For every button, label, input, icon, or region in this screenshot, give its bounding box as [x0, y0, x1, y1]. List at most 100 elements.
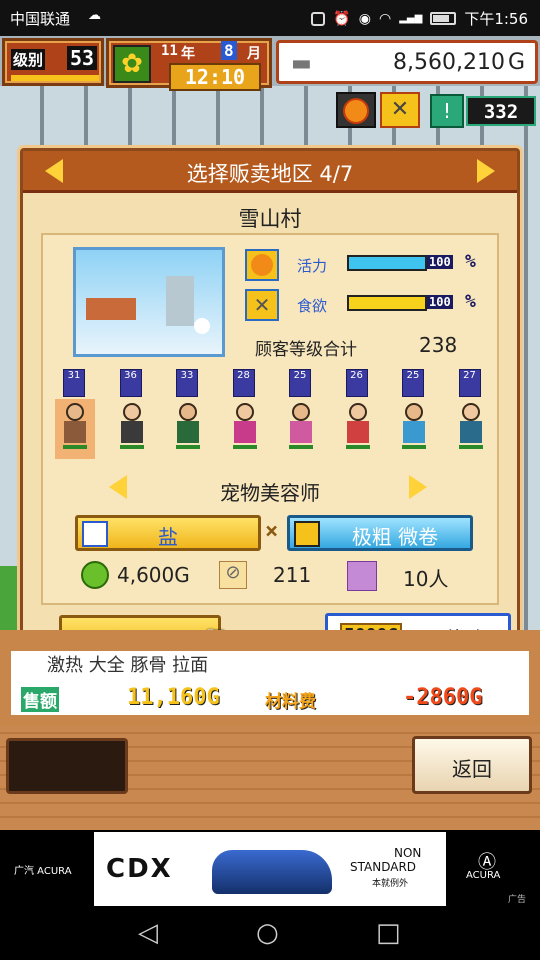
- appetite-percent: %: [465, 291, 476, 312]
- back-button[interactable]: 返回: [412, 736, 532, 794]
- customer-level-badge: 33: [176, 369, 198, 397]
- spoon-icon: ⊘: [219, 561, 247, 589]
- utensils-icon[interactable]: ✕: [380, 92, 420, 128]
- customer-figure[interactable]: [225, 399, 265, 459]
- house-picture: [86, 298, 136, 320]
- game-screen: 级别 53 ✿ 11 年 8 月 12:10 ▬ 8,560,210 G ✕ !…: [0, 36, 540, 830]
- count-value: 332: [466, 96, 536, 126]
- snowman-picture: [194, 318, 210, 334]
- date-panel[interactable]: ✿ 11 年 8 月 12:10: [106, 38, 272, 91]
- bottom-area: 激热 大全 豚骨 拉面 售额 11,160G 材料费 -2860G 返回: [0, 630, 540, 830]
- ad-model: CDX: [106, 854, 173, 884]
- sales-panel: 激热 大全 豚骨 拉面 售额 11,160G 材料费 -2860G: [8, 648, 532, 718]
- money-icon: ▬: [291, 51, 312, 76]
- month-unit: 月: [247, 46, 261, 62]
- region-select-dialog: 选择贩卖地区 4/7 雪山村 活力 100 % ✕ 食欲 100 % 顾客等级合…: [20, 148, 520, 658]
- rank-label: 级别: [11, 49, 46, 70]
- customer-level-badge: 28: [232, 369, 255, 397]
- money-unit: G: [507, 50, 525, 75]
- status-bar: 中国联通 ☁ ⏰ ◉ ◠ ▂▄▆ 下午1:56: [0, 0, 540, 36]
- ad-slogan-3: 本就例外: [372, 879, 409, 889]
- appetite-value: 100: [427, 295, 453, 309]
- customer-figure[interactable]: [55, 399, 95, 459]
- sunflower-icon: ✿: [113, 45, 151, 83]
- cost-label: 材料费: [265, 692, 316, 712]
- ingredient-left-button[interactable]: 盐: [75, 515, 261, 551]
- month-value: 8: [221, 41, 237, 60]
- customer-figure[interactable]: [168, 399, 208, 459]
- vitality-bar-fill: [349, 257, 425, 269]
- next-region-arrow-icon[interactable]: [477, 159, 495, 183]
- appetite-bar-fill: [349, 297, 425, 309]
- dialog-header: 选择贩卖地区 4/7: [23, 151, 517, 193]
- cost-value: -2860G: [403, 685, 483, 710]
- ad-brand-right: ACURA: [466, 870, 501, 881]
- customer-level-total: 238: [419, 333, 458, 357]
- vibrate-icon: [311, 11, 326, 26]
- empty-slot[interactable]: [6, 738, 128, 794]
- sales-value: 11,160G: [127, 685, 220, 710]
- next-customer-arrow-icon[interactable]: [409, 475, 427, 499]
- customer-type: 宠物美容师: [220, 481, 320, 505]
- customer-level-badge: 25: [402, 369, 424, 397]
- tower-picture: [166, 276, 194, 326]
- ad-slogan-2: STANDARD: [350, 860, 417, 874]
- battery-icon: [430, 12, 457, 25]
- rank-progress-bar: [11, 75, 99, 81]
- customer-figure[interactable]: [394, 399, 434, 459]
- navigation-bar: ◁ ○ □: [0, 908, 540, 960]
- car-picture: [212, 850, 332, 894]
- money-value: 8,560,210: [393, 50, 505, 75]
- customer-figure[interactable]: [451, 399, 491, 459]
- ingredient-right-button[interactable]: 极粗 微卷: [287, 515, 473, 551]
- noodle-icon: [294, 521, 320, 547]
- year-unit: 年: [181, 46, 195, 62]
- back-nav-icon[interactable]: ◁: [138, 918, 158, 948]
- rank-panel[interactable]: 级别 53: [2, 38, 104, 86]
- customer-level-badge: 25: [289, 369, 311, 397]
- year-value: 11: [161, 43, 178, 59]
- signal-icon: ▂▄▆: [399, 13, 423, 24]
- appetite-bar: [347, 295, 427, 311]
- ad-banner[interactable]: 广汽 ACURA CDX NON STANDARD 本就例外 Ⓐ ACURA 广…: [0, 830, 540, 908]
- ingredient-right-label: 极粗 微卷: [351, 525, 439, 549]
- money-panel[interactable]: ▬ 8,560,210 G: [276, 40, 538, 84]
- sales-label: 售额: [21, 687, 59, 712]
- clock-value: 12:10: [169, 63, 261, 91]
- carrier-label: 中国联通: [10, 10, 71, 28]
- vitality-label: 活力: [297, 257, 328, 275]
- recents-nav-icon[interactable]: □: [376, 918, 401, 948]
- appetite-label: 食欲: [297, 297, 328, 315]
- customer-figure[interactable]: [338, 399, 378, 459]
- region-picture: [73, 247, 225, 357]
- ad-tag: 广告: [508, 895, 527, 905]
- eye-icon: ◉: [358, 10, 372, 27]
- region-info-panel: 活力 100 % ✕ 食欲 100 % 顾客等级合计 238 31 36 33 28 2…: [41, 233, 499, 605]
- alarm-icon: ⏰: [333, 10, 351, 27]
- customer-row: 31 36 33 28 25 26 25 27: [47, 369, 497, 473]
- cloud-icon: ☁: [88, 8, 101, 23]
- customer-count-icon: [347, 561, 377, 591]
- vitality-status-icon[interactable]: [336, 92, 376, 128]
- dialog-title: 选择贩卖地区 4/7: [186, 162, 354, 186]
- ad-brand-left: 广汽 ACURA: [14, 866, 72, 877]
- people-value: 10人: [403, 567, 449, 591]
- customer-level-badge: 26: [345, 369, 368, 397]
- cross-sign: ×: [265, 519, 279, 544]
- vitality-percent: %: [465, 251, 476, 272]
- ad-image[interactable]: CDX NON STANDARD 本就例外: [94, 832, 446, 906]
- price-value: 4,600G: [117, 563, 190, 587]
- ingredient-left-label: 盐: [158, 525, 178, 549]
- customer-figure[interactable]: [281, 399, 321, 459]
- medal-icon[interactable]: !: [430, 94, 464, 128]
- ad-slogan-1: NON: [394, 846, 422, 860]
- clock-label: 下午1:56: [464, 10, 528, 28]
- wifi-icon: ◠: [379, 10, 392, 27]
- vitality-bar: [347, 255, 427, 271]
- customer-level-badge: 31: [63, 369, 85, 397]
- home-nav-icon[interactable]: ○: [256, 918, 279, 948]
- wallet-icon: [81, 561, 109, 589]
- portions-value: 211: [273, 563, 312, 587]
- customer-figure[interactable]: [112, 399, 152, 459]
- sales-item-name: 激热 大全 豚骨 拉面: [47, 655, 209, 676]
